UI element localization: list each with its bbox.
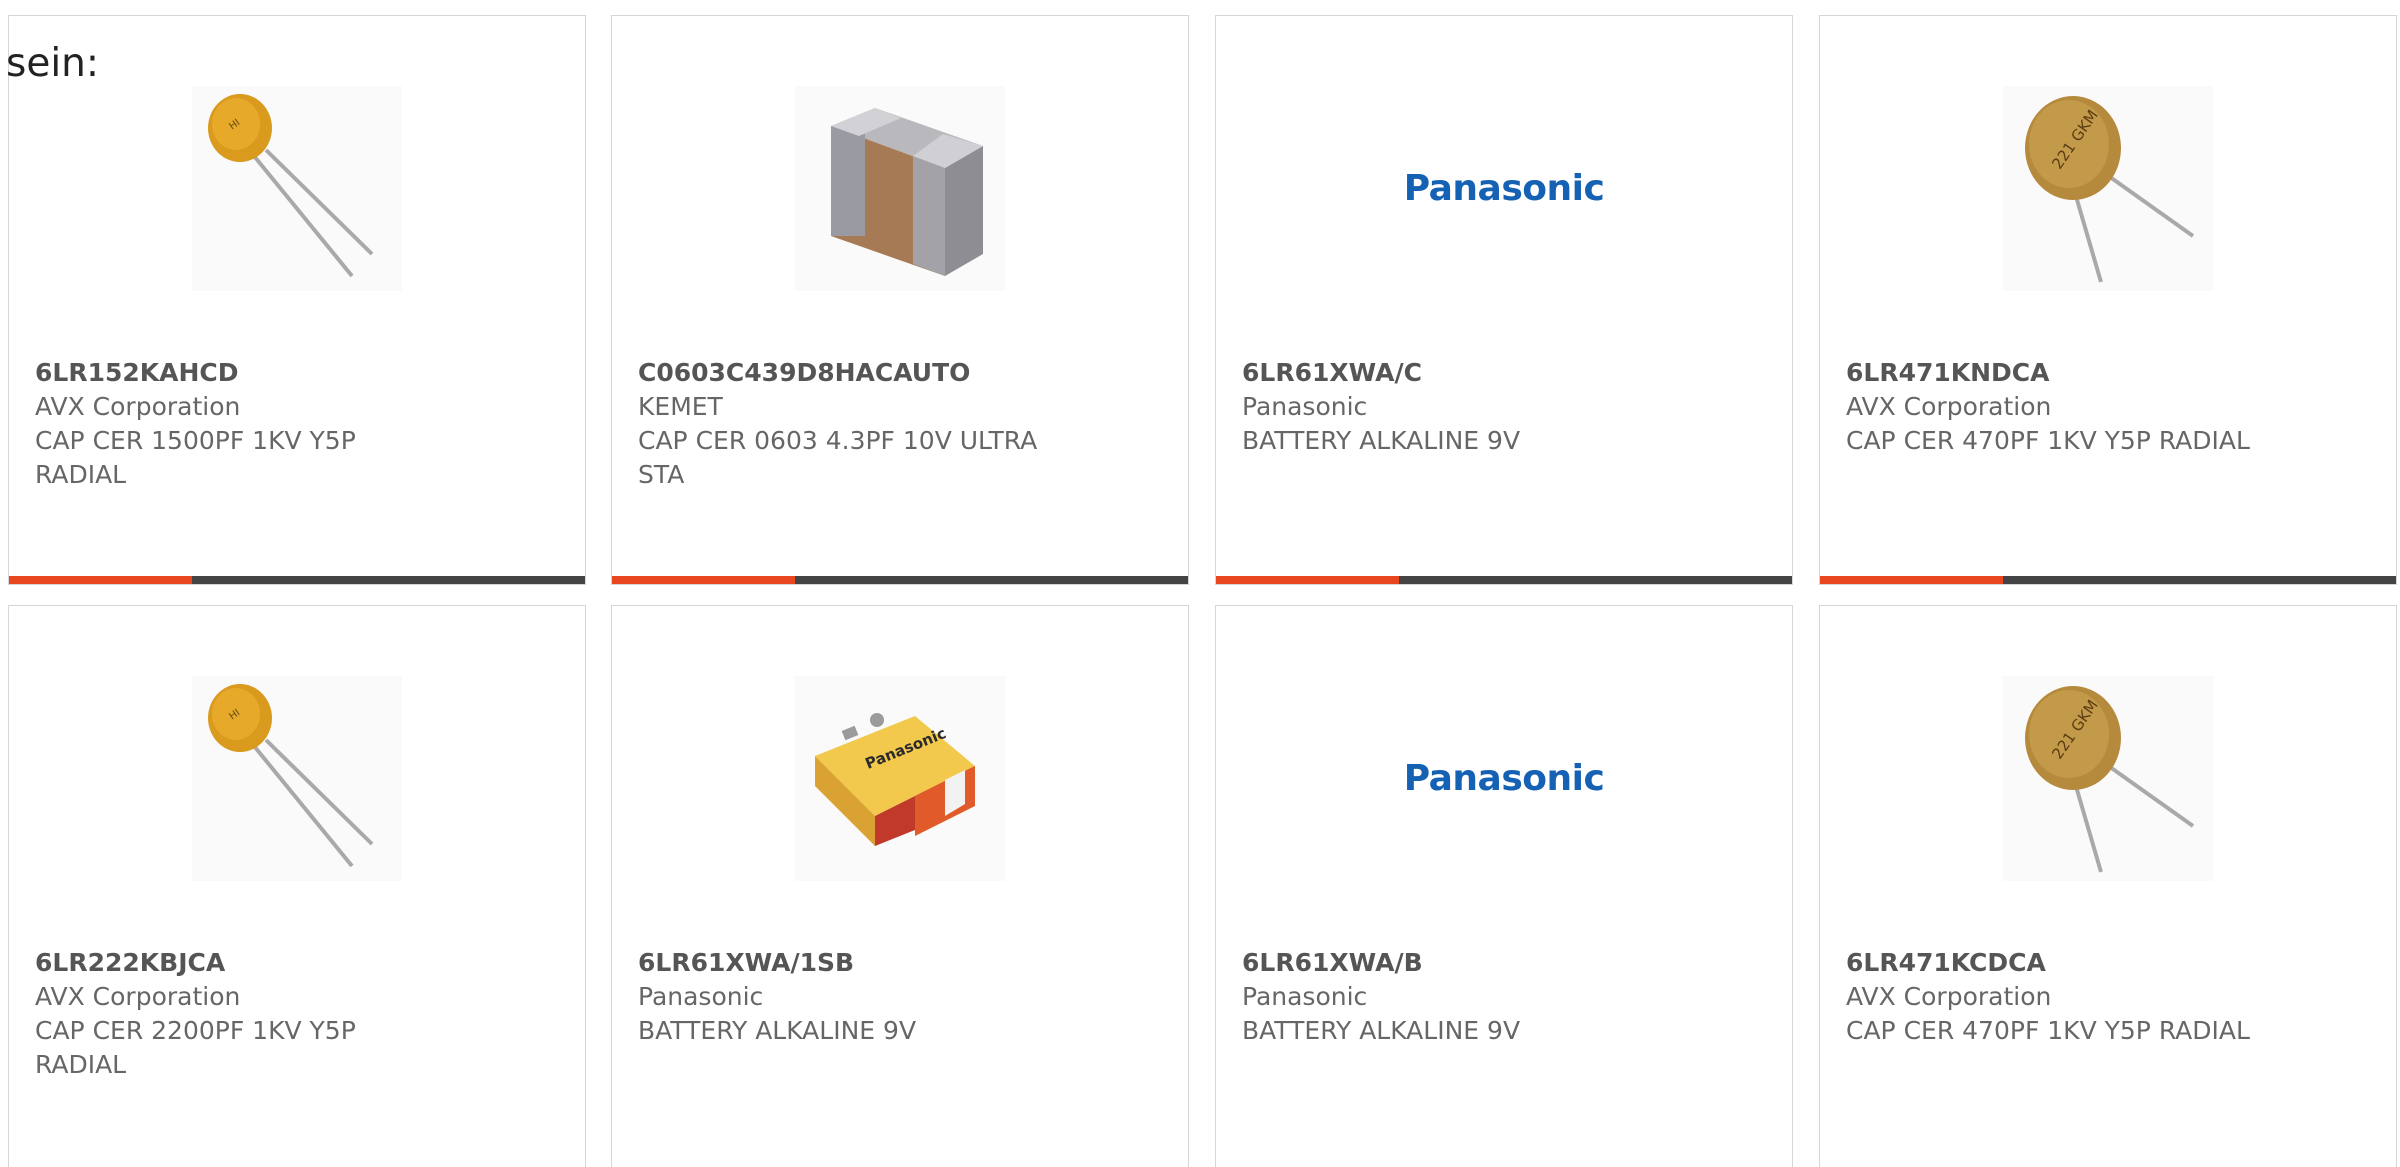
product-info: 6LR471KCDCA AVX Corporation CAP CER 470P… [1846, 946, 2256, 1048]
intro-text: sein: [6, 41, 100, 86]
smd-chip-capacitor-icon [795, 86, 1005, 291]
card-bottom-bar [9, 576, 585, 584]
product-thumbnail[interactable]: 221 GKM [2003, 86, 2213, 291]
card-accent-bar [9, 576, 192, 584]
radial-disc-capacitor-tan-icon: 221 GKM [2003, 676, 2213, 881]
product-card[interactable]: 221 GKM 6LR471KCDCA AVX Corporation CAP … [1819, 605, 2397, 1167]
description: BATTERY ALKALINE 9V [1242, 1016, 1521, 1045]
product-thumbnail[interactable]: 221 GKM [2003, 676, 2213, 881]
card-bottom-bar [1216, 576, 1792, 584]
panasonic-logo: Panasonic [1403, 758, 1605, 799]
card-bottom-bar [612, 576, 1188, 584]
product-info: 6LR471KNDCA AVX Corporation CAP CER 470P… [1846, 356, 2256, 458]
product-info: 6LR61XWA/B Panasonic BATTERY ALKALINE 9V [1242, 946, 1652, 1048]
product-info: C0603C439D8HACAUTO KEMET CAP CER 0603 4.… [638, 356, 1048, 492]
manufacturer: AVX Corporation [35, 392, 241, 421]
manufacturer: AVX Corporation [35, 982, 241, 1011]
manufacturer: AVX Corporation [1846, 982, 2052, 1011]
product-card[interactable]: HI 6LR152KAHCD AVX Corporation CAP CER 1… [8, 15, 586, 585]
part-number[interactable]: 6LR61XWA/1SB [638, 946, 1048, 980]
manufacturer: Panasonic [1242, 392, 1368, 421]
card-accent-bar [1216, 576, 1399, 584]
product-thumbnail[interactable]: HI [192, 86, 402, 291]
product-grid-page: sein: HI 6LR152KAHCD AVX Corporation CAP… [0, 0, 2400, 1167]
radial-disc-capacitor-yellow-icon: HI [192, 86, 402, 291]
product-card[interactable]: C0603C439D8HACAUTO KEMET CAP CER 0603 4.… [611, 15, 1189, 585]
description: CAP CER 1500PF 1KV Y5P RADIAL [35, 426, 356, 489]
card-accent-bar [1820, 576, 2003, 584]
card-bottom-bar [1820, 576, 2396, 584]
product-thumbnail[interactable]: HI [192, 676, 402, 881]
product-info: 6LR61XWA/1SB Panasonic BATTERY ALKALINE … [638, 946, 1048, 1048]
description: CAP CER 470PF 1KV Y5P RADIAL [1846, 426, 2250, 455]
manufacturer: AVX Corporation [1846, 392, 2052, 421]
9v-battery-icon: Panasonic [795, 676, 1005, 881]
card-accent-bar [612, 576, 795, 584]
manufacturer: KEMET [638, 392, 723, 421]
product-thumbnail[interactable]: Panasonic [795, 676, 1005, 881]
part-number[interactable]: 6LR61XWA/C [1242, 356, 1652, 390]
product-info: 6LR152KAHCD AVX Corporation CAP CER 1500… [35, 356, 445, 492]
manufacturer: Panasonic [638, 982, 764, 1011]
product-thumbnail[interactable] [795, 86, 1005, 291]
radial-disc-capacitor-tan-icon: 221 GKM [2003, 86, 2213, 291]
panasonic-logo: Panasonic [1403, 168, 1605, 209]
description: CAP CER 2200PF 1KV Y5P RADIAL [35, 1016, 356, 1079]
product-card[interactable]: Panasonic 6LR61XWA/C Panasonic BATTERY A… [1215, 15, 1793, 585]
product-card[interactable]: Panasonic 6LR61XWA/1SB Panasonic BATTERY… [611, 605, 1189, 1167]
part-number[interactable]: 6LR152KAHCD [35, 356, 445, 390]
part-number[interactable]: 6LR471KCDCA [1846, 946, 2256, 980]
part-number[interactable]: 6LR471KNDCA [1846, 356, 2256, 390]
description: CAP CER 0603 4.3PF 10V ULTRA STA [638, 426, 1038, 489]
radial-disc-capacitor-yellow-icon: HI [192, 676, 402, 881]
product-card[interactable]: HI 6LR222KBJCA AVX Corporation CAP CER 2… [8, 605, 586, 1167]
part-number[interactable]: 6LR61XWA/B [1242, 946, 1652, 980]
product-thumbnail[interactable]: Panasonic [1399, 86, 1609, 291]
product-thumbnail[interactable]: Panasonic [1399, 676, 1609, 881]
part-number[interactable]: C0603C439D8HACAUTO [638, 356, 1048, 390]
product-info: 6LR222KBJCA AVX Corporation CAP CER 2200… [35, 946, 445, 1082]
product-card[interactable]: 221 GKM 6LR471KNDCA AVX Corporation CAP … [1819, 15, 2397, 585]
description: CAP CER 470PF 1KV Y5P RADIAL [1846, 1016, 2250, 1045]
product-info: 6LR61XWA/C Panasonic BATTERY ALKALINE 9V [1242, 356, 1652, 458]
product-card[interactable]: Panasonic 6LR61XWA/B Panasonic BATTERY A… [1215, 605, 1793, 1167]
description: BATTERY ALKALINE 9V [1242, 426, 1521, 455]
part-number[interactable]: 6LR222KBJCA [35, 946, 445, 980]
description: BATTERY ALKALINE 9V [638, 1016, 917, 1045]
manufacturer: Panasonic [1242, 982, 1368, 1011]
